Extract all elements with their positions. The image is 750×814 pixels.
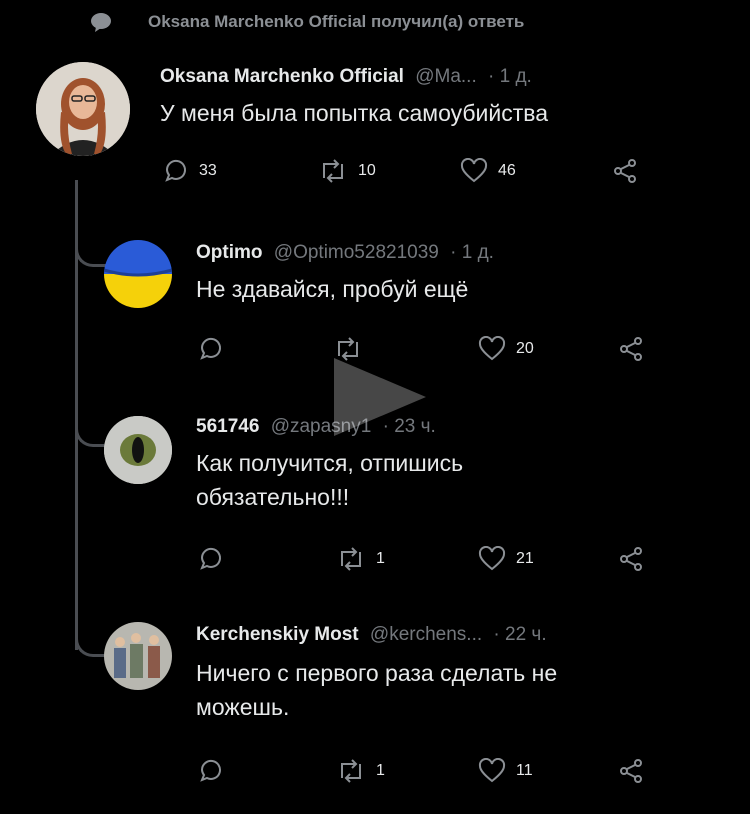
reply-button[interactable]	[198, 336, 234, 362]
like-button[interactable]: 46	[460, 158, 516, 184]
retweet-button[interactable]: 1	[336, 546, 385, 572]
like-count: 11	[516, 762, 533, 779]
retweet-button[interactable]: 1	[336, 758, 385, 784]
retweet-icon	[341, 759, 361, 783]
comment-icon	[165, 159, 186, 182]
share-button[interactable]	[618, 546, 644, 572]
heart-icon	[478, 758, 506, 783]
heart-icon	[460, 158, 488, 183]
like-count: 20	[516, 340, 534, 357]
share-icon	[620, 759, 642, 783]
heart-icon	[478, 546, 506, 571]
avatar[interactable]	[104, 416, 172, 484]
author-name[interactable]: Oksana Marchenko Official	[160, 66, 404, 87]
author-name[interactable]: Optimo	[196, 242, 263, 263]
retweet-icon	[323, 159, 343, 183]
reply-count: 33	[199, 162, 217, 179]
avatar-portrait-icon	[36, 62, 130, 156]
group-photo-avatar-icon	[104, 622, 172, 690]
comment-icon	[200, 547, 221, 570]
comment-icon	[200, 337, 221, 360]
avatar[interactable]	[36, 62, 130, 156]
author-handle[interactable]: @kerchens...	[370, 624, 482, 645]
tweet-text-line-2: можешь.	[196, 694, 290, 720]
author-name[interactable]: Kerchenskiy Most	[196, 624, 359, 645]
author-handle[interactable]: @Optimo52821039	[274, 242, 439, 263]
reply-button[interactable]	[198, 546, 234, 572]
share-button[interactable]	[618, 336, 644, 362]
reply-button[interactable]: 33	[163, 158, 217, 184]
avatar[interactable]	[104, 622, 172, 690]
tweet-text-line-2: обязательно!!!	[196, 484, 350, 510]
tweet-time[interactable]: · 22 ч.	[493, 624, 546, 645]
retweet-count: 10	[358, 162, 376, 179]
like-count: 46	[498, 162, 516, 179]
share-icon	[620, 547, 642, 571]
tweet-text-line-1: Как получится, отпишись	[196, 450, 464, 476]
tweet-header: Oksana Marchenko Official @Ma... · 1 д.	[160, 66, 532, 88]
retweet-count: 1	[376, 550, 385, 567]
comment-icon	[200, 759, 221, 782]
ukraine-flag-avatar-icon	[104, 240, 172, 308]
retweet-count: 1	[376, 762, 385, 779]
avatar[interactable]	[104, 240, 172, 308]
tweet-text: Не здавайся, пробуй ещё	[196, 276, 469, 302]
reply-tweet[interactable]: Kerchenskiy Most @kerchens... · 22 ч. Ни…	[0, 612, 750, 812]
heart-icon	[478, 336, 506, 361]
share-icon	[620, 337, 642, 361]
like-button[interactable]: 20	[478, 336, 534, 362]
play-icon[interactable]	[322, 352, 432, 442]
author-name[interactable]: 561746	[196, 416, 259, 437]
retweet-button[interactable]: 10	[318, 158, 376, 184]
like-button[interactable]: 21	[478, 546, 534, 572]
retweet-icon	[341, 547, 361, 571]
author-handle[interactable]: @Ma...	[415, 66, 477, 87]
tweet-time[interactable]: · 1 д.	[450, 242, 494, 263]
reply-button[interactable]	[198, 758, 234, 784]
share-button[interactable]	[618, 758, 644, 784]
cat-eye-avatar-icon	[104, 416, 172, 484]
tweet-text: У меня была попытка самоубийства	[160, 100, 549, 126]
share-button[interactable]	[612, 158, 638, 184]
tweet-time[interactable]: · 1 д.	[488, 66, 532, 87]
main-tweet[interactable]: Oksana Marchenko Official @Ma... · 1 д. …	[0, 0, 750, 200]
like-button[interactable]: 11	[478, 758, 533, 784]
share-icon	[614, 159, 636, 183]
tweet-text-line-1: Ничего с первого раза сделать не	[196, 660, 558, 686]
tweet-header: Optimo @Optimo52821039 · 1 д.	[196, 242, 494, 264]
like-count: 21	[516, 550, 534, 567]
tweet-header: Kerchenskiy Most @kerchens... · 22 ч.	[196, 624, 547, 646]
